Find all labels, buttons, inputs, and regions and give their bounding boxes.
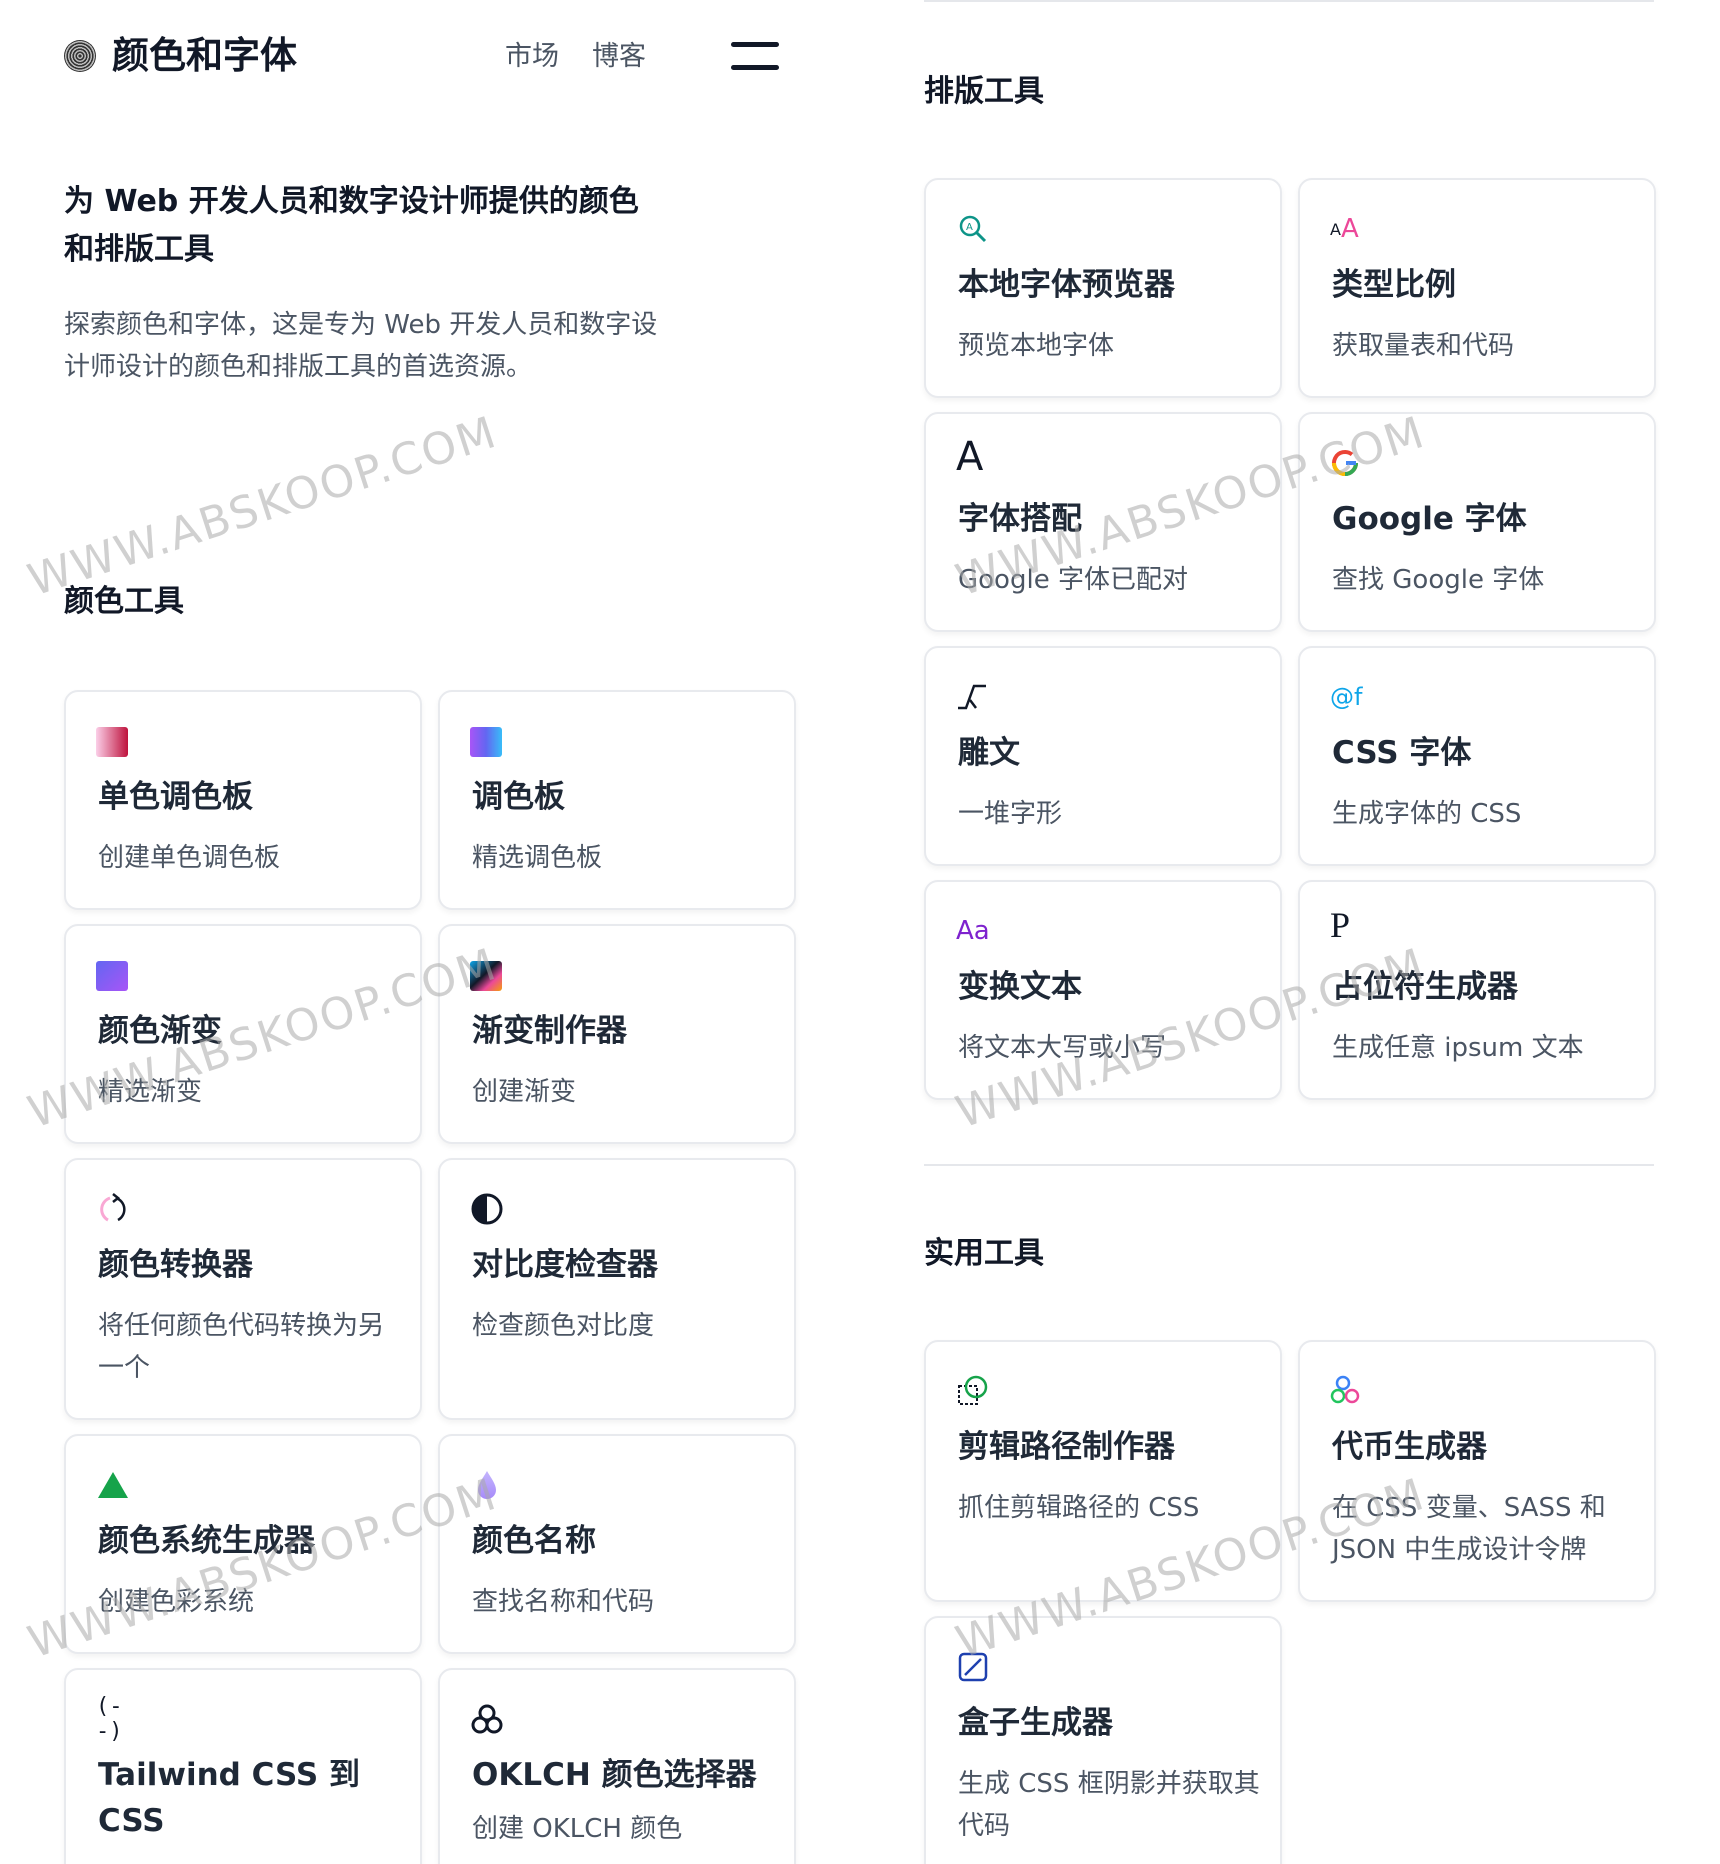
card-description: Google 字体已配对 <box>958 565 1188 595</box>
card-description: 创建单色调色板 <box>98 843 281 873</box>
card-placeholder-generator[interactable]: P 占位符生成器 生成任意 ipsum 文本 <box>1298 880 1656 1100</box>
card-description: 查找名称和代码 <box>472 1587 655 1617</box>
gradient-square-icon <box>96 958 130 992</box>
swatch-purple-icon <box>470 724 504 758</box>
card-description: 预览本地字体 <box>958 331 1115 361</box>
left-column: 颜色和字体 市场 博客 为 Web 开发人员和数字设计师提供的颜色和排版工具 探… <box>0 0 860 1864</box>
circles-icon <box>470 1702 504 1736</box>
card-title: 剪辑路径制作器 <box>958 1429 1175 1465</box>
card-description: 检查颜色对比度 <box>472 1311 655 1341</box>
card-box-shadow-generator[interactable]: 盒子生成器 生成 CSS 框阴影并获取其代码 <box>924 1616 1282 1864</box>
card-description: 创建渐变 <box>472 1077 577 1107</box>
card-font-pairing[interactable]: A 字体搭配 Google 字体已配对 <box>924 412 1282 632</box>
card-description: 获取量表和代码 <box>1332 331 1515 361</box>
site-title[interactable]: 颜色和字体 <box>112 30 297 82</box>
card-description: 在 CSS 变量、SASS 和 JSON 中生成设计令牌 <box>1332 1493 1606 1565</box>
card-contrast-checker[interactable]: 对比度检查器 检查颜色对比度 <box>438 1158 796 1420</box>
card-glyphs[interactable]: 雕文 一堆字形 <box>924 646 1282 866</box>
swatch-pink-icon <box>96 724 130 758</box>
google-icon <box>1330 446 1364 480</box>
section-divider <box>924 1164 1654 1166</box>
card-tailwind-to-css[interactable]: (--) Tailwind CSS 到 CSS <box>64 1668 422 1864</box>
card-google-fonts[interactable]: Google 字体 查找 Google 字体 <box>1298 412 1656 632</box>
svg-text:A: A <box>966 222 973 233</box>
card-description: 创建 OKLCH 颜色 <box>472 1814 683 1844</box>
card-monochrome-palette[interactable]: 单色调色板 创建单色调色板 <box>64 690 422 910</box>
card-description: 生成 CSS 框阴影并获取其代码 <box>958 1769 1260 1841</box>
card-palettes[interactable]: 调色板 精选调色板 <box>438 690 796 910</box>
search-font-icon: A <box>956 212 990 246</box>
card-title: CSS 字体 <box>1332 735 1472 771</box>
css-font-icon: @f <box>1330 683 1363 711</box>
card-title: 颜色名称 <box>472 1523 596 1559</box>
tokens-icon <box>1330 1374 1364 1408</box>
card-oklch-picker[interactable]: OKLCH 颜色选择器 创建 OKLCH 颜色 <box>438 1668 796 1864</box>
nav-blog[interactable]: 博客 <box>592 40 646 74</box>
card-local-font-previewer[interactable]: A 本地字体预览器 预览本地字体 <box>924 178 1282 398</box>
card-title: 字体搭配 <box>958 501 1082 537</box>
variable-icon: (--) <box>96 1694 123 1744</box>
droplet-icon <box>470 1468 504 1502</box>
card-description: 创建色彩系统 <box>98 1587 255 1617</box>
type-scale-icon: AA <box>1330 214 1359 244</box>
card-description: 将任何颜色代码转换为另一个 <box>98 1311 385 1383</box>
typography-tools-title: 排版工具 <box>924 74 1044 109</box>
gradient-maker-icon <box>470 958 504 992</box>
clip-path-icon <box>956 1374 990 1408</box>
glyph-icon <box>956 680 990 714</box>
card-title: Tailwind CSS 到 CSS <box>98 1757 361 1839</box>
card-css-fonts[interactable]: @f CSS 字体 生成字体的 CSS <box>1298 646 1656 866</box>
card-token-generator[interactable]: 代币生成器 在 CSS 变量、SASS 和 JSON 中生成设计令牌 <box>1298 1340 1656 1602</box>
box-shadow-icon <box>956 1650 990 1684</box>
convert-icon <box>96 1192 130 1226</box>
card-title: 占位符生成器 <box>1332 969 1518 1005</box>
card-title: 颜色系统生成器 <box>98 1523 315 1559</box>
card-transform-text[interactable]: Aa 变换文本 将文本大写或小写 <box>924 880 1282 1100</box>
card-description: 精选渐变 <box>98 1077 203 1107</box>
card-description: 将文本大写或小写 <box>958 1033 1167 1063</box>
card-title: 对比度检查器 <box>472 1247 658 1283</box>
card-clip-path-maker[interactable]: 剪辑路径制作器 抓住剪辑路径的 CSS <box>924 1340 1282 1602</box>
card-title: 调色板 <box>472 779 565 815</box>
card-description: 生成字体的 CSS <box>1332 799 1522 829</box>
card-color-gradients[interactable]: 颜色渐变 精选渐变 <box>64 924 422 1144</box>
card-title: 雕文 <box>958 735 1020 771</box>
top-divider <box>924 0 1654 2</box>
transform-text-icon: Aa <box>956 916 990 946</box>
card-title: 渐变制作器 <box>472 1013 627 1049</box>
card-title: OKLCH 颜色选择器 <box>472 1757 757 1793</box>
card-title: 单色调色板 <box>98 779 253 815</box>
card-description: 一堆字形 <box>958 799 1063 829</box>
utility-tools-title: 实用工具 <box>924 1236 1044 1271</box>
card-description: 查找 Google 字体 <box>1332 565 1545 595</box>
card-title: 变换文本 <box>958 969 1082 1005</box>
hero-description: 探索颜色和字体，这是专为 Web 开发人员和数字设计师设计的颜色和排版工具的首选… <box>64 310 658 382</box>
card-title: 盒子生成器 <box>958 1705 1113 1741</box>
card-title: 代币生成器 <box>1332 1429 1487 1465</box>
card-description: 抓住剪辑路径的 CSS <box>958 1493 1200 1523</box>
card-title: 颜色渐变 <box>98 1013 222 1049</box>
card-gradient-maker[interactable]: 渐变制作器 创建渐变 <box>438 924 796 1144</box>
card-title: 颜色转换器 <box>98 1247 253 1283</box>
triangle-icon <box>96 1468 130 1502</box>
logo-icon[interactable] <box>64 40 96 72</box>
font-pair-icon: A <box>956 434 984 480</box>
card-color-system-generator[interactable]: 颜色系统生成器 创建色彩系统 <box>64 1434 422 1654</box>
right-column: 排版工具 A 本地字体预览器 预览本地字体 AA 类型比例 获取量表和代码 A … <box>860 0 1720 1864</box>
nav-market[interactable]: 市场 <box>505 40 559 74</box>
placeholder-icon: P <box>1330 905 1351 945</box>
color-tools-title: 颜色工具 <box>64 584 184 619</box>
card-description: 精选调色板 <box>472 843 603 873</box>
site-header: 颜色和字体 市场 博客 <box>64 30 784 82</box>
contrast-icon <box>470 1192 504 1226</box>
hero-title: 为 Web 开发人员和数字设计师提供的颜色和排版工具 <box>64 184 639 267</box>
card-color-converter[interactable]: 颜色转换器 将任何颜色代码转换为另一个 <box>64 1158 422 1420</box>
card-description: 生成任意 ipsum 文本 <box>1332 1033 1584 1063</box>
card-title: 本地字体预览器 <box>958 267 1175 303</box>
card-title: 类型比例 <box>1332 267 1456 303</box>
card-type-scale[interactable]: AA 类型比例 获取量表和代码 <box>1298 178 1656 398</box>
card-title: Google 字体 <box>1332 501 1527 537</box>
hamburger-menu-icon[interactable] <box>731 42 779 72</box>
card-color-names[interactable]: 颜色名称 查找名称和代码 <box>438 1434 796 1654</box>
